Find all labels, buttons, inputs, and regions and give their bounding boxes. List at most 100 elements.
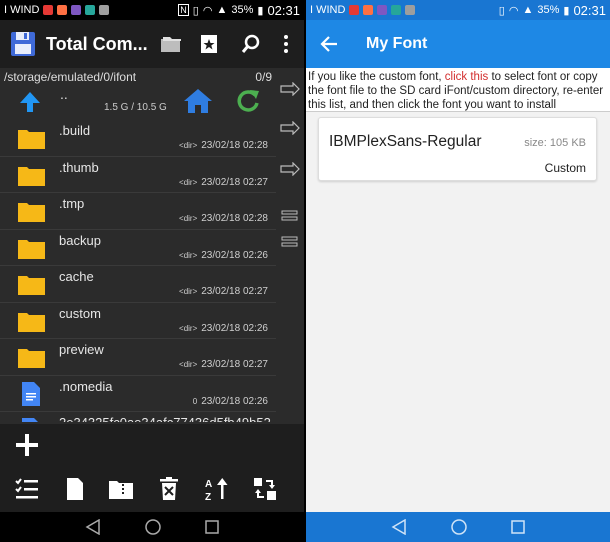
file-size-or-dir: <dir> xyxy=(179,250,198,260)
svg-text:A: A xyxy=(205,479,212,490)
file-meta: <dir> 23/02/18 02:28 xyxy=(179,140,268,151)
file-row[interactable]: backup <dir> 23/02/18 02:26 xyxy=(0,230,276,266)
file-name: backup xyxy=(59,232,101,248)
battery-label: 35% xyxy=(537,4,560,16)
file-date: 23/02/18 xyxy=(201,176,241,188)
status-bar: I WIND N ▯ ◠ ▲ 35% ▮ 02:31 xyxy=(0,0,304,20)
parent-directory-row[interactable]: .. 1.5 G / 10.5 G xyxy=(0,86,304,120)
arrow-right-icon[interactable] xyxy=(280,162,300,176)
battery-icon: ▮ xyxy=(563,4,570,17)
file-meta: <dir> 23/02/18 02:26 xyxy=(179,250,268,261)
file-time: 02:26 xyxy=(242,322,268,334)
home-circle-icon[interactable] xyxy=(451,519,467,535)
file-row[interactable]: cache <dir> 23/02/18 02:27 xyxy=(0,266,276,303)
file-date: 23/02/18 xyxy=(201,359,241,370)
new-file-icon[interactable] xyxy=(62,476,88,502)
back-triangle-icon[interactable] xyxy=(85,519,101,535)
my-font-pane: I WIND ▯ ◠ ▲ 35% ▮ 02:31 My Font If you … xyxy=(306,0,610,542)
notification-icon xyxy=(405,5,416,15)
overflow-menu-button[interactable] xyxy=(272,30,300,58)
file-size-or-dir: <dir> xyxy=(179,141,198,150)
file-time: 02:26 xyxy=(242,395,268,407)
arrow-up-icon xyxy=(20,92,40,112)
file-size-or-dir: 0 xyxy=(192,396,198,406)
floppy-disk-icon[interactable] xyxy=(10,31,36,57)
parent-dir-label: .. xyxy=(60,86,68,102)
sort-az-icon[interactable]: A Z xyxy=(204,476,230,502)
delete-icon[interactable] xyxy=(156,476,182,502)
file-row[interactable]: .nomedia 0 23/02/18 02:26 xyxy=(0,376,276,412)
more-vertical-icon xyxy=(284,35,288,53)
file-size-or-dir: <dir> xyxy=(179,214,198,223)
file-date: 23/02/18 xyxy=(201,249,241,261)
notification-icon xyxy=(99,5,110,15)
app-toolbar: My Font xyxy=(306,20,610,68)
path-bar: /storage/emulated/0/ifont 0/9 xyxy=(0,68,304,86)
back-arrow-icon[interactable] xyxy=(320,35,338,53)
equals-icon[interactable] xyxy=(280,234,300,248)
vibrate-icon: ▯ xyxy=(498,4,505,17)
page-title: My Font xyxy=(366,35,428,52)
carrier-label: I WIND xyxy=(310,4,346,16)
back-triangle-icon[interactable] xyxy=(391,519,407,535)
status-bar: I WIND ▯ ◠ ▲ 35% ▮ 02:31 xyxy=(306,0,610,20)
folders-button[interactable] xyxy=(157,30,185,58)
file-time: 02:28 xyxy=(242,140,268,151)
file-meta: <dir> 23/02/18 02:27 xyxy=(179,286,268,297)
file-date: 23/02/18 xyxy=(201,213,241,224)
notification-icon xyxy=(377,5,388,15)
folder-icon xyxy=(18,203,45,222)
file-size-or-dir: <dir> xyxy=(179,177,198,187)
bookmark-button[interactable] xyxy=(196,30,224,58)
zip-folder-icon[interactable] xyxy=(108,476,134,502)
file-row[interactable]: custom <dir> 23/02/18 02:26 xyxy=(0,303,276,339)
file-name: .thumb xyxy=(59,159,99,175)
search-button[interactable] xyxy=(237,30,265,58)
swap-panels-icon[interactable] xyxy=(252,476,278,502)
refresh-icon[interactable] xyxy=(235,88,261,114)
system-navigation-bar xyxy=(0,512,304,542)
home-icon[interactable] xyxy=(183,88,213,114)
file-name: 2e34325fc0ae34afc77436d5fb49b52 xyxy=(59,415,271,422)
file-name: custom xyxy=(59,305,101,321)
storage-space: 1.5 G / 10.5 G xyxy=(104,102,167,113)
folder-icon xyxy=(18,130,45,149)
click-this-link[interactable]: click this xyxy=(445,71,488,83)
file-row[interactable]: .build <dir> 23/02/18 02:28 xyxy=(0,120,276,157)
file-time: 02:28 xyxy=(242,213,268,224)
file-meta: <dir> 23/02/18 02:27 xyxy=(179,359,268,370)
font-card[interactable]: IBMPlexSans-Regular size: 105 KB Custom xyxy=(318,117,597,181)
add-bar xyxy=(0,424,304,466)
file-row[interactable]: .tmp <dir> 23/02/18 02:28 xyxy=(0,193,276,230)
plus-icon[interactable] xyxy=(15,433,39,457)
file-row[interactable]: preview <dir> 23/02/18 02:27 xyxy=(0,339,276,376)
recents-square-icon[interactable] xyxy=(511,520,525,534)
bookmark-star-icon xyxy=(201,35,217,53)
file-time: 02:26 xyxy=(242,249,268,261)
document-icon xyxy=(22,381,40,406)
folder-icon xyxy=(18,276,45,295)
battery-label: 35% xyxy=(231,4,254,16)
svg-text:Z: Z xyxy=(205,492,211,502)
folder-icon xyxy=(18,166,45,186)
notification-icon xyxy=(349,5,360,15)
file-date: 23/02/18 xyxy=(201,140,241,151)
file-list: .build <dir> 23/02/18 02:28 .thumb <dir> 23/0… xyxy=(0,120,276,422)
arrow-right-icon[interactable] xyxy=(280,121,300,135)
file-name: .build xyxy=(59,123,91,138)
equals-icon[interactable] xyxy=(280,208,300,222)
select-list-icon[interactable] xyxy=(14,476,40,502)
file-size-or-dir: <dir> xyxy=(179,360,198,369)
file-meta: <dir> 23/02/18 02:26 xyxy=(179,323,268,334)
time-label: 02:31 xyxy=(267,2,300,18)
arrow-right-icon[interactable] xyxy=(280,82,300,96)
file-size-or-dir: <dir> xyxy=(179,323,198,333)
file-date: 23/02/18 xyxy=(201,286,241,297)
recents-square-icon[interactable] xyxy=(205,520,219,534)
home-circle-icon[interactable] xyxy=(145,519,161,535)
file-row[interactable]: 2e34325fc0ae34afc77436d5fb49b52 xyxy=(0,412,276,422)
notification-icon xyxy=(71,5,82,15)
file-row[interactable]: .thumb <dir> 23/02/18 02:27 xyxy=(0,157,276,193)
info-message: If you like the custom font, click this … xyxy=(306,68,610,112)
file-name: cache xyxy=(59,269,94,284)
